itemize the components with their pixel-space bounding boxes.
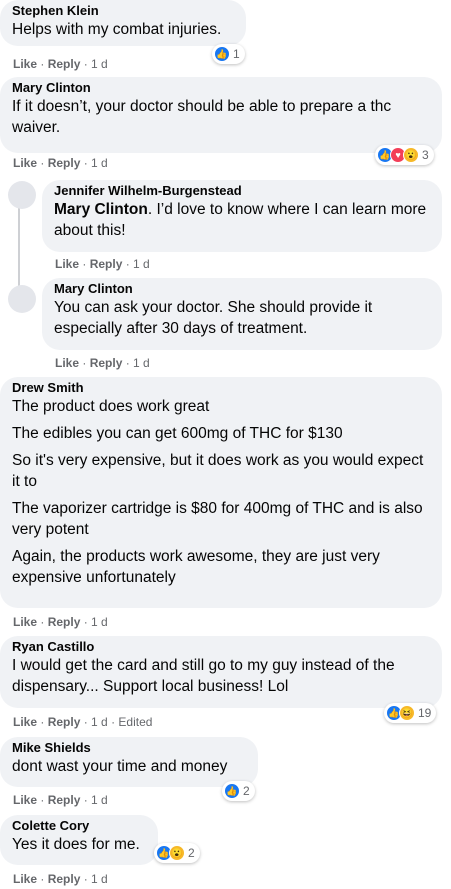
comment-bubble: Stephen Klein Helps with my combat injur… xyxy=(0,0,246,46)
comment-author[interactable]: Mike Shields xyxy=(12,740,122,756)
comment-text: Mary Clinton. I’d love to know where I c… xyxy=(54,201,427,239)
like-link[interactable]: Like xyxy=(13,872,37,886)
comment-time[interactable]: 1 d xyxy=(91,715,108,729)
comment-text: So it's very expensive, but it does work… xyxy=(12,452,424,490)
comment-time[interactable]: 1 d xyxy=(91,615,108,629)
comment-text: dont wast your time and money xyxy=(12,758,228,775)
comment-actions: Like · Reply · 1 d xyxy=(13,793,108,807)
reply-link[interactable]: Reply xyxy=(90,356,123,370)
comment-actions: Like · Reply · 1 d xyxy=(55,356,150,370)
comment-bubble: Colette Cory Yes it does for me. xyxy=(0,815,158,865)
comment-actions: Like · Reply · 1 d xyxy=(13,156,108,170)
comment-time[interactable]: 1 d xyxy=(133,356,150,370)
reply-link[interactable]: Reply xyxy=(90,257,123,271)
comment-text: I would get the card and still go to my … xyxy=(12,657,395,695)
like-link[interactable]: Like xyxy=(13,156,37,170)
avatar[interactable] xyxy=(8,285,36,313)
comment-text: The vaporizer cartridge is $80 for 400mg… xyxy=(12,500,423,538)
comment-actions: Like · Reply · 1 d xyxy=(55,257,150,271)
reaction-count: 3 xyxy=(422,148,429,162)
comment-bubble: Mary Clinton If it doesn’t, your doctor … xyxy=(0,77,442,153)
comment-text: Helps with my combat injuries. xyxy=(12,21,222,38)
comment-time[interactable]: 1 d xyxy=(91,793,108,807)
comment-text: The edibles you can get 600mg of THC for… xyxy=(12,425,343,442)
reaction-count: 1 xyxy=(233,47,240,61)
comment-actions: Like · Reply · 1 d xyxy=(13,57,108,71)
wow-reaction-icon: 😮 xyxy=(403,147,419,163)
reply-bubble: Mary Clinton You can ask your doctor. Sh… xyxy=(42,278,442,350)
reply-link[interactable]: Reply xyxy=(48,793,81,807)
like-link[interactable]: Like xyxy=(55,257,79,271)
reaction-count: 2 xyxy=(243,784,250,798)
comment-text: You can ask your doctor. She should prov… xyxy=(54,299,373,337)
like-link[interactable]: Like xyxy=(13,57,37,71)
comment-author[interactable]: Mary Clinton xyxy=(12,80,112,96)
comment-text: The product does work great xyxy=(12,398,210,415)
reply-link[interactable]: Reply xyxy=(48,715,81,729)
comment-text: Again, the products work awesome, they a… xyxy=(12,548,380,586)
comment-text: If it doesn’t, your doctor should be abl… xyxy=(12,98,392,136)
comment-author[interactable]: Colette Cory xyxy=(12,818,112,834)
like-link[interactable]: Like xyxy=(55,356,79,370)
comment-time[interactable]: 1 d xyxy=(91,156,108,170)
comment-author[interactable]: Stephen Klein xyxy=(12,3,132,19)
reaction-summary[interactable]: 👍 ♥ 😮 3 xyxy=(375,145,434,165)
comment-bubble: Drew Smith The product does work great T… xyxy=(0,377,442,608)
comment-author[interactable]: Mary Clinton xyxy=(54,281,154,297)
comment-author[interactable]: Ryan Castillo xyxy=(12,639,142,655)
like-link[interactable]: Like xyxy=(13,715,37,729)
comment-bubble: Ryan Castillo I would get the card and s… xyxy=(0,636,442,708)
mention-link[interactable]: Mary Clinton xyxy=(54,201,148,218)
comment-author[interactable]: Drew Smith xyxy=(12,380,102,396)
like-reaction-icon: 👍 xyxy=(224,783,240,799)
comment-actions: Like · Reply · 1 d · Edited xyxy=(13,715,153,729)
reaction-count: 2 xyxy=(188,846,195,860)
reaction-summary[interactable]: 👍 2 xyxy=(222,781,255,801)
edited-label: Edited xyxy=(118,715,153,729)
reaction-summary[interactable]: 👍 😆 19 xyxy=(384,703,437,723)
comment-time[interactable]: 1 d xyxy=(91,872,108,886)
comment-actions: Like · Reply · 1 d xyxy=(13,615,108,629)
comment-bubble: Mike Shields dont wast your time and mon… xyxy=(0,737,258,787)
comment-actions: Like · Reply · 1 d xyxy=(13,872,108,886)
comment-text: Yes it does for me. xyxy=(12,836,140,853)
comment-time[interactable]: 1 d xyxy=(91,57,108,71)
avatar[interactable] xyxy=(8,181,36,209)
reply-link[interactable]: Reply xyxy=(48,57,81,71)
reaction-summary[interactable]: 👍 1 xyxy=(212,44,245,64)
like-reaction-icon: 👍 xyxy=(214,46,230,62)
reaction-summary[interactable]: 👍 😮 2 xyxy=(154,843,200,863)
reply-bubble: Jennifer Wilhelm-Burgenstead Mary Clinto… xyxy=(42,180,442,252)
comment-author[interactable]: Jennifer Wilhelm-Burgenstead xyxy=(54,183,254,199)
reply-link[interactable]: Reply xyxy=(48,615,81,629)
haha-reaction-icon: 😆 xyxy=(399,705,415,721)
reaction-count: 19 xyxy=(418,706,432,720)
reply-link[interactable]: Reply xyxy=(48,872,81,886)
reply-link[interactable]: Reply xyxy=(48,156,81,170)
wow-reaction-icon: 😮 xyxy=(169,845,185,861)
like-link[interactable]: Like xyxy=(13,615,37,629)
comment-time[interactable]: 1 d xyxy=(133,257,150,271)
like-link[interactable]: Like xyxy=(13,793,37,807)
